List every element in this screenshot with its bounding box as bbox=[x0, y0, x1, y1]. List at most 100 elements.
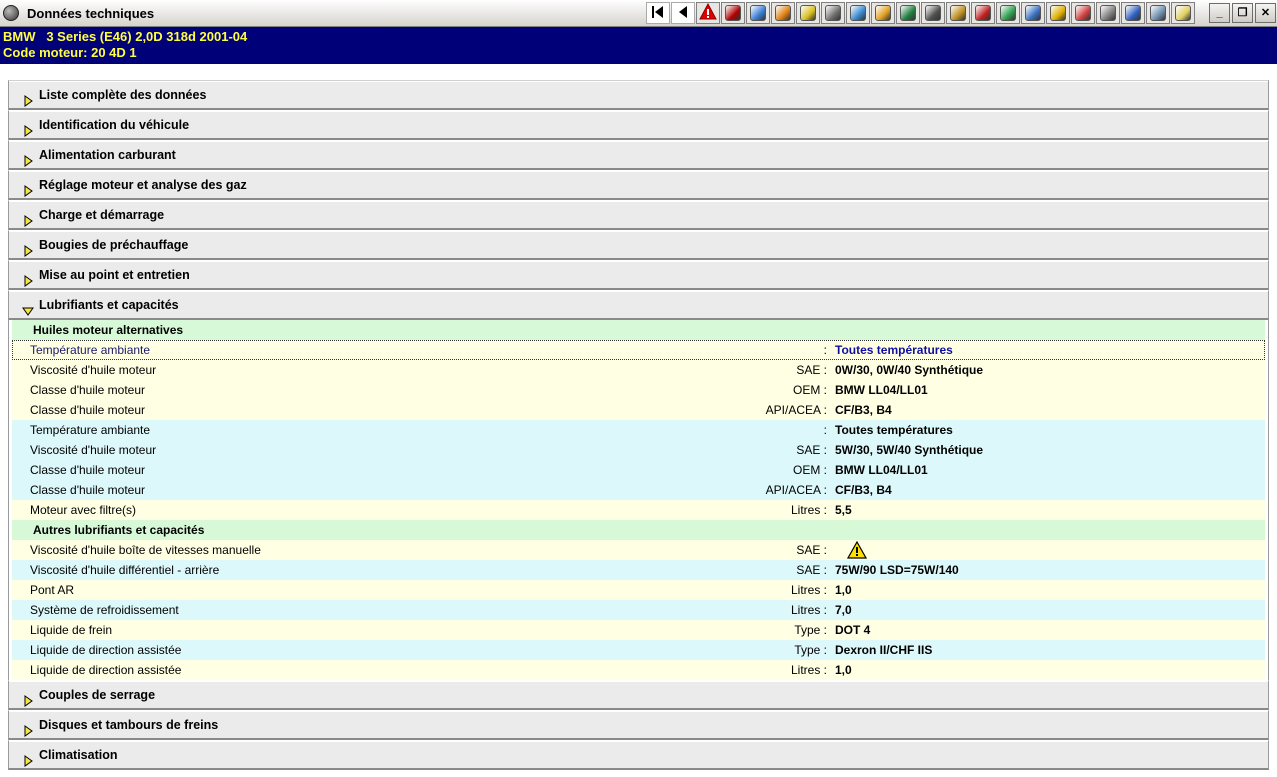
previous-button[interactable] bbox=[671, 2, 695, 24]
data-row[interactable]: Moteur avec filtre(s) Litres : 5,5 bbox=[12, 500, 1265, 520]
row-unit: SAE : bbox=[796, 363, 827, 377]
question-person-button[interactable] bbox=[1046, 2, 1070, 24]
row-unit: SAE : bbox=[796, 443, 827, 457]
warning-icon[interactable] bbox=[846, 540, 868, 559]
row-unit: OEM : bbox=[792, 463, 827, 477]
row-value: 1,0 bbox=[835, 663, 852, 677]
data-row[interactable]: Viscosité d'huile boîte de vitesses manu… bbox=[12, 540, 1265, 560]
row-unit: SAE : bbox=[796, 563, 827, 577]
chevron-right-icon bbox=[22, 689, 34, 707]
data-row[interactable]: Viscosité d'huile moteur SAE : 5W/30, 5W/4… bbox=[12, 440, 1265, 460]
cross-tool-icon bbox=[850, 5, 866, 21]
restore-button[interactable]: ❐ bbox=[1232, 3, 1253, 23]
row-label: Viscosité d'huile différentiel - arrière bbox=[30, 563, 220, 577]
chevron-down-icon bbox=[22, 299, 34, 316]
section-header[interactable]: Liste complète des données bbox=[8, 80, 1269, 110]
row-label: Classe d'huile moteur bbox=[30, 383, 146, 397]
section-header[interactable]: Réglage moteur et analyse des gaz bbox=[8, 170, 1269, 200]
vehicle-model: BMW 3 Series (E46) 2,0D 318d 2001-04 bbox=[3, 29, 248, 44]
screen-blue-icon bbox=[750, 5, 766, 21]
note-button[interactable] bbox=[1171, 2, 1195, 24]
data-row[interactable]: Température ambiante: Toutes températures bbox=[12, 420, 1265, 440]
section-header[interactable]: Lubrifiants et capacités bbox=[8, 290, 1269, 320]
row-label: Viscosité d'huile moteur bbox=[30, 443, 157, 457]
section-title: Mise au point et entretien bbox=[39, 268, 190, 282]
circle-gray-button[interactable] bbox=[1096, 2, 1120, 24]
chain-button[interactable] bbox=[1146, 2, 1170, 24]
toolbar bbox=[646, 2, 1195, 24]
screen-blue-button[interactable] bbox=[746, 2, 770, 24]
triangle-sign-button[interactable] bbox=[1121, 2, 1145, 24]
gear-flame-button[interactable] bbox=[771, 2, 795, 24]
belt-tool-button[interactable] bbox=[796, 2, 820, 24]
first-page-icon bbox=[650, 4, 666, 23]
battery-button[interactable] bbox=[971, 2, 995, 24]
data-row[interactable]: Liquide de direction assistée Litres : 1,0 bbox=[12, 660, 1265, 680]
wrench-button[interactable] bbox=[946, 2, 970, 24]
section-header[interactable]: Alimentation carburant bbox=[8, 140, 1269, 170]
row-value: BMW LL04/LL01 bbox=[835, 383, 928, 397]
checklist-button[interactable] bbox=[1071, 2, 1095, 24]
window-controls: _ ❐ ✕ bbox=[1209, 3, 1276, 23]
wheel-disc-icon bbox=[825, 5, 841, 21]
circle-gray-icon bbox=[1100, 5, 1116, 21]
fuel-gauge-button[interactable] bbox=[871, 2, 895, 24]
section-header[interactable]: Disques et tambours de freins bbox=[8, 710, 1269, 740]
row-value: 1,0 bbox=[835, 583, 852, 597]
triangle-sign-icon bbox=[1125, 5, 1141, 21]
data-row[interactable]: Classe d'huile moteur OEM : BMW LL04/LL01 bbox=[12, 380, 1265, 400]
data-row[interactable]: Classe d'huile moteur OEM : BMW LL04/LL01 bbox=[12, 460, 1265, 480]
row-value: 7,0 bbox=[835, 603, 852, 617]
row-unit: Type : bbox=[794, 643, 827, 657]
section-header[interactable]: Identification du véhicule bbox=[8, 110, 1269, 140]
section-header[interactable]: Mise au point et entretien bbox=[8, 260, 1269, 290]
first-page-button[interactable] bbox=[646, 2, 670, 24]
dashboard-icon bbox=[925, 5, 941, 21]
row-label: Classe d'huile moteur bbox=[30, 483, 146, 497]
row-unit: API/ACEA : bbox=[765, 483, 827, 497]
engine-button[interactable] bbox=[1021, 2, 1045, 24]
chevron-right-icon bbox=[22, 149, 34, 167]
section-title: Couples de serrage bbox=[39, 688, 156, 702]
data-row[interactable]: Classe d'huile moteur API/ACEA : CF/B3, B4 bbox=[12, 400, 1265, 420]
data-row[interactable]: Pont AR Litres : 1,0 bbox=[12, 580, 1265, 600]
wheel-disc-button[interactable] bbox=[821, 2, 845, 24]
vehicle-info-bar: BMW 3 Series (E46) 2,0D 318d 2001-04 Cod… bbox=[0, 27, 1277, 64]
section-title: Disques et tambours de freins bbox=[39, 718, 219, 732]
data-row[interactable]: Liquide de frein Type : DOT 4 bbox=[12, 620, 1265, 640]
row-label: Moteur avec filtre(s) bbox=[30, 503, 137, 517]
row-value: 75W/90 LSD=75W/140 bbox=[835, 563, 959, 577]
document-green-button[interactable] bbox=[996, 2, 1020, 24]
warning-button[interactable] bbox=[696, 2, 720, 24]
section-header[interactable]: Climatisation bbox=[8, 740, 1269, 770]
data-row[interactable]: Viscosité d'huile moteur SAE : 0W/30, 0W/4… bbox=[12, 360, 1265, 380]
app-logo-icon[interactable] bbox=[3, 5, 19, 21]
section-title: Alimentation carburant bbox=[39, 148, 176, 162]
row-value: DOT 4 bbox=[835, 623, 871, 637]
section-title: Liste complète des données bbox=[39, 88, 207, 102]
section-title: Identification du véhicule bbox=[39, 118, 190, 132]
chevron-right-icon bbox=[22, 719, 34, 737]
row-label: Pont AR bbox=[30, 583, 75, 597]
data-row[interactable]: Système de refroidissement Litres : 7,0 bbox=[12, 600, 1265, 620]
row-label: Température ambiante bbox=[30, 423, 151, 437]
close-button[interactable]: ✕ bbox=[1255, 3, 1276, 23]
cross-tool-button[interactable] bbox=[846, 2, 870, 24]
chevron-right-icon bbox=[22, 89, 34, 107]
section-header[interactable]: Charge et démarrage bbox=[8, 200, 1269, 230]
dashboard-button[interactable] bbox=[921, 2, 945, 24]
floppy-button[interactable] bbox=[896, 2, 920, 24]
data-row[interactable]: Température ambiante: Toutes températures bbox=[12, 340, 1265, 360]
row-unit: : bbox=[823, 343, 827, 357]
data-row[interactable]: Viscosité d'huile différentiel - arrière… bbox=[12, 560, 1265, 580]
section-header[interactable]: Bougies de préchauffage bbox=[8, 230, 1269, 260]
title-bar: Données techniques _ ❐ ✕ bbox=[0, 0, 1277, 27]
data-row[interactable]: Classe d'huile moteur API/ACEA : CF/B3, B4 bbox=[12, 480, 1265, 500]
minimize-button[interactable]: _ bbox=[1209, 3, 1230, 23]
engine-icon bbox=[1025, 5, 1041, 21]
row-label: Viscosité d'huile boîte de vitesses manu… bbox=[30, 543, 261, 557]
section-header[interactable]: Couples de serrage bbox=[8, 680, 1269, 710]
data-row[interactable]: Liquide de direction assistée Type : Dexro… bbox=[12, 640, 1265, 660]
red-black-block-button[interactable] bbox=[721, 2, 745, 24]
previous-icon bbox=[675, 4, 691, 23]
